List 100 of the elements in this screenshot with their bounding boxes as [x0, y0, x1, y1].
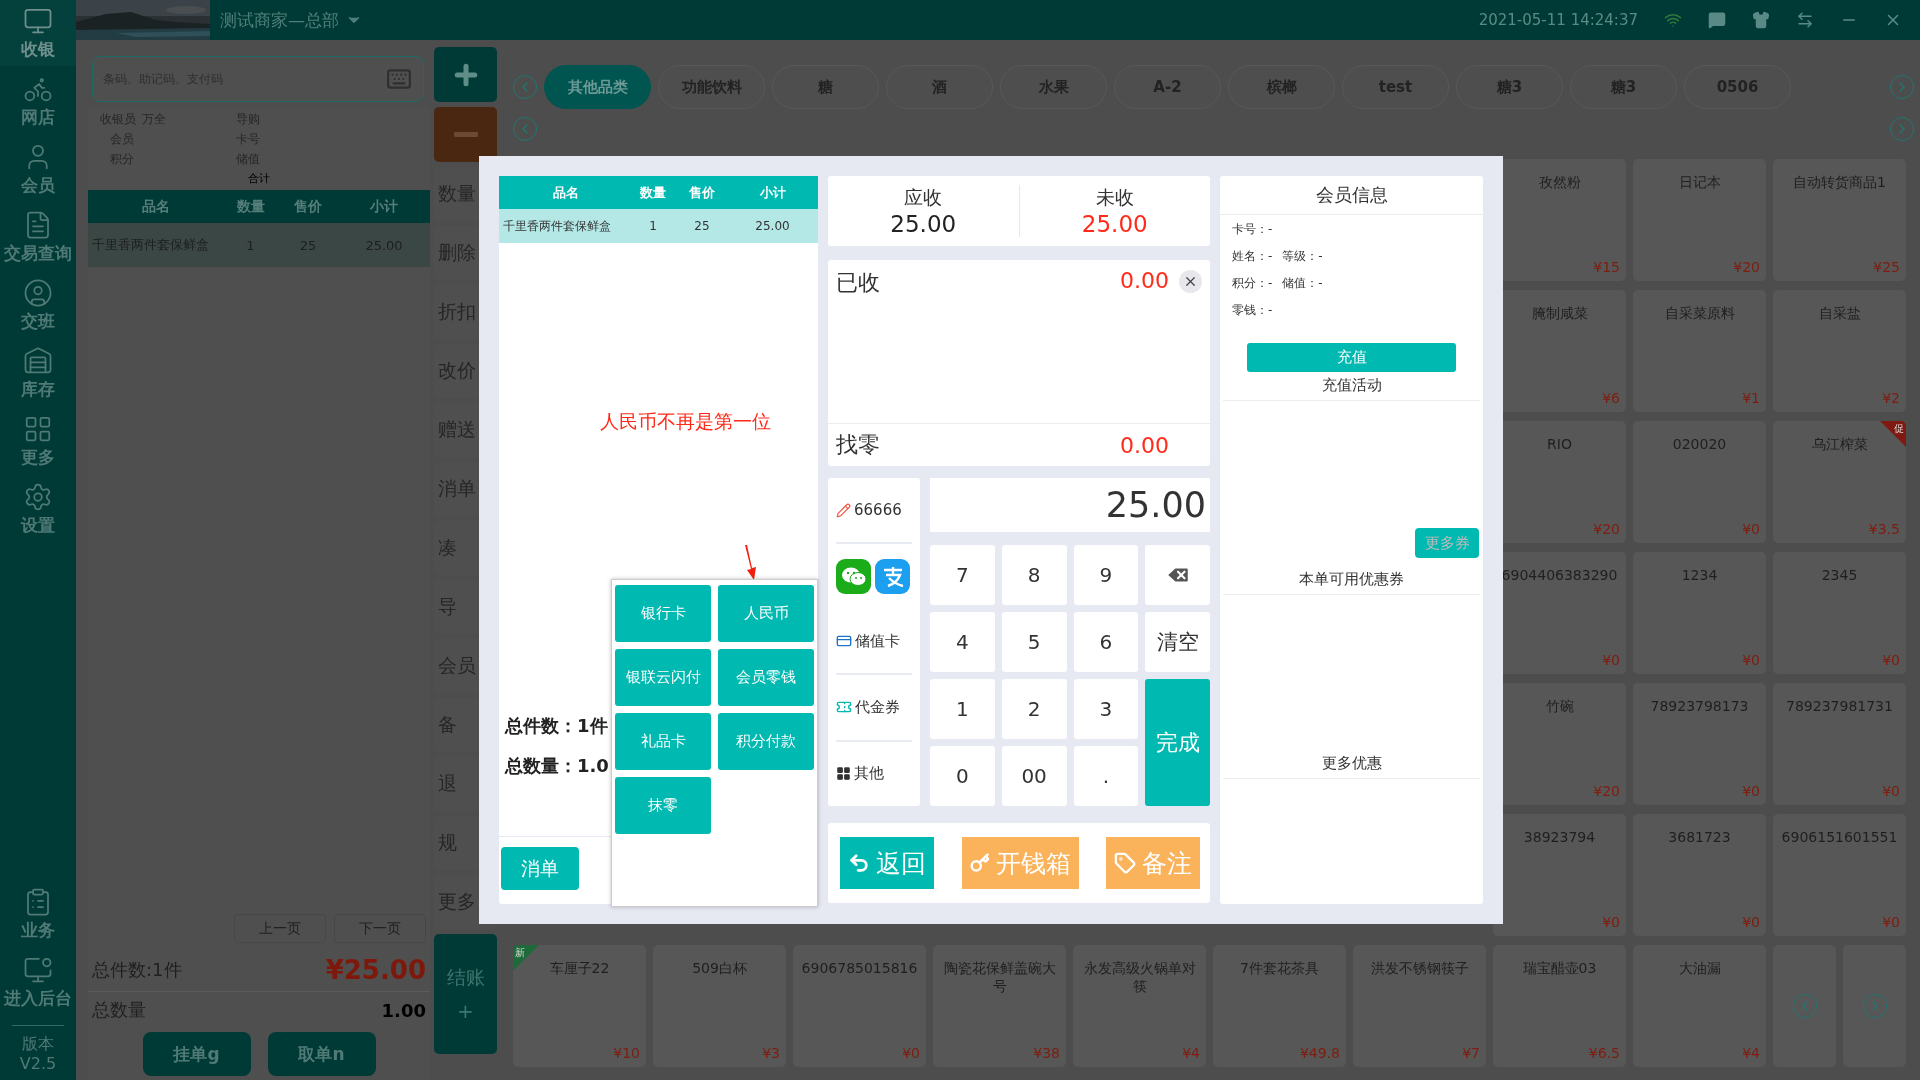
keypad-key[interactable]: .	[1073, 746, 1139, 806]
product-price: ¥0	[1882, 914, 1900, 930]
version-label: 版本	[22, 1034, 54, 1054]
product-tile[interactable]: 2345 ¥0	[1773, 552, 1906, 674]
wechat-pay-icon[interactable]	[836, 559, 871, 595]
sidebar-item[interactable]: 收银	[0, 0, 76, 66]
product-name: 789237981731	[1786, 697, 1893, 715]
alipay-icon[interactable]	[875, 559, 910, 595]
product-price: ¥0	[1882, 652, 1900, 668]
recharge-button[interactable]: 充值	[1247, 343, 1456, 372]
keypad-key[interactable]: 4	[930, 612, 995, 672]
product-name: RIO	[1547, 435, 1572, 453]
prev-page-tile[interactable]	[1773, 945, 1836, 1067]
product-tile[interactable]: 6906151601551 ¥0	[1773, 814, 1906, 936]
amount-field[interactable]: 25.00	[930, 478, 1210, 532]
done-button[interactable]: 完成	[1145, 679, 1210, 806]
swap-icon[interactable]	[1796, 11, 1814, 29]
annotation-arrow	[742, 545, 758, 580]
recharge-activity-title: 充值活动	[1223, 372, 1480, 401]
table-cell-text: 1	[648, 219, 658, 233]
dialog-action-button[interactable]: 备注	[1106, 837, 1200, 889]
keypad-key[interactable]: 00	[1001, 746, 1067, 806]
product-price: ¥0	[1742, 783, 1760, 799]
payment-option-button[interactable]: 积分付款	[718, 713, 814, 770]
payment-option-button[interactable]: 银行卡	[615, 585, 711, 642]
payment-option-button[interactable]: 银联云闪付	[615, 649, 711, 706]
sidebar-item[interactable]: 设置	[0, 476, 76, 542]
add-button[interactable]	[434, 47, 497, 102]
sidebar-item[interactable]: 交班	[0, 272, 76, 338]
payment-option-button[interactable]: 抹零	[615, 777, 711, 834]
order-button[interactable]: 取单n	[267, 1032, 376, 1076]
product-price: ¥2	[1882, 390, 1900, 406]
category-tab[interactable]: 其他品类	[544, 65, 651, 109]
product-price: ¥10	[613, 1045, 640, 1061]
keypad-key[interactable]: 7	[930, 545, 995, 605]
payment-option-button[interactable]: 会员零钱	[718, 649, 814, 706]
table-cell-text: 千里香两件套保鲜盒	[502, 217, 612, 235]
sidebar-item[interactable]: 会员	[0, 136, 76, 202]
wifi-icon	[1664, 11, 1682, 29]
keyboard-icon[interactable]	[386, 66, 412, 92]
keypad-key[interactable]: 3	[1073, 679, 1139, 739]
dialog-action-button[interactable]: 开钱箱	[961, 837, 1079, 889]
product-price: ¥49.8	[1299, 1045, 1340, 1061]
product-name: 020020	[1672, 435, 1727, 453]
product-tile[interactable]: 78923798173 ¥0	[1633, 683, 1766, 805]
return-icon	[848, 852, 870, 874]
product-tile[interactable]: 789237981731 ¥0	[1773, 683, 1906, 805]
subtract-button[interactable]	[434, 107, 497, 162]
product-tile[interactable]: 1234 ¥0	[1633, 552, 1766, 674]
order-row[interactable]: 千里香两件套保鲜盒 1 25 25.00	[499, 209, 818, 243]
keypad-key[interactable]: 清空	[1145, 612, 1210, 672]
column-header: 售价	[293, 197, 323, 216]
keypad-key[interactable]: 2	[1001, 679, 1067, 739]
total-amount: ¥25.00	[325, 955, 426, 985]
product-tile[interactable]: 020020 ¥0	[1633, 421, 1766, 543]
corner-badge: 新	[513, 945, 539, 971]
sidebar-item[interactable]: 交易查询	[0, 204, 76, 270]
product-tile[interactable]: 3681723 ¥0	[1633, 814, 1766, 936]
product-tile[interactable]: 38923794 ¥0	[1493, 814, 1626, 936]
change-label: 找零	[836, 431, 880, 459]
clear-icon[interactable]	[1179, 270, 1202, 293]
product-name: 2345	[1821, 566, 1858, 584]
member-field: 等级：-	[1282, 248, 1323, 265]
product-tile[interactable]: 6906785015816 ¥0	[793, 945, 926, 1067]
member-field: 储值：-	[1282, 275, 1323, 292]
settings-icon	[23, 481, 53, 512]
payment-option-button[interactable]: 人民币	[718, 585, 814, 642]
table-cell-text: 25	[693, 219, 711, 233]
keypad-key[interactable]: 8	[1001, 545, 1067, 605]
member-info-title: 会员信息	[1315, 183, 1388, 207]
sidebar-item[interactable]: 业务	[0, 881, 76, 947]
column-header: 品名	[552, 183, 580, 202]
shirt-icon[interactable]	[1752, 11, 1770, 29]
sidebar-item[interactable]: 网店	[0, 68, 76, 134]
column-header: 品名	[140, 197, 171, 216]
product-name: 38923794	[1523, 828, 1596, 846]
sidebar-item[interactable]: 库存	[0, 340, 76, 406]
keypad-key[interactable]: 1	[930, 679, 995, 739]
keypad-key[interactable]: 5	[1001, 612, 1067, 672]
next-page-tile[interactable]	[1843, 945, 1906, 1067]
table-cell-text: 25.00	[754, 219, 791, 233]
payment-option-button[interactable]: 礼品卡	[615, 713, 711, 770]
sidebar-item[interactable]: 进入后台	[0, 949, 76, 1015]
keypad-key[interactable]: 9	[1073, 545, 1139, 605]
message-icon[interactable]	[1708, 11, 1726, 29]
column-header: 数量	[235, 197, 266, 216]
quantity-value: 1.00	[381, 999, 426, 1021]
order-button[interactable]: 挂单g	[142, 1032, 251, 1076]
more-offers-title: 更多优惠	[1223, 750, 1480, 779]
key-icon	[969, 853, 990, 873]
sidebar-item[interactable]: 更多	[0, 408, 76, 474]
more-coupons-button[interactable]: 更多券	[1415, 528, 1479, 558]
cancel-order-button[interactable]: 消单	[501, 847, 579, 890]
keypad-key[interactable]: 0	[930, 746, 995, 806]
checkout-button[interactable]: 结账 +	[434, 934, 497, 1054]
keypad-key[interactable]: 6	[1073, 612, 1139, 672]
backspace-key[interactable]	[1145, 545, 1210, 605]
dialog-action-button[interactable]: 返回	[840, 837, 934, 889]
tag-icon	[1114, 852, 1136, 874]
product-price: ¥0	[1602, 652, 1620, 668]
